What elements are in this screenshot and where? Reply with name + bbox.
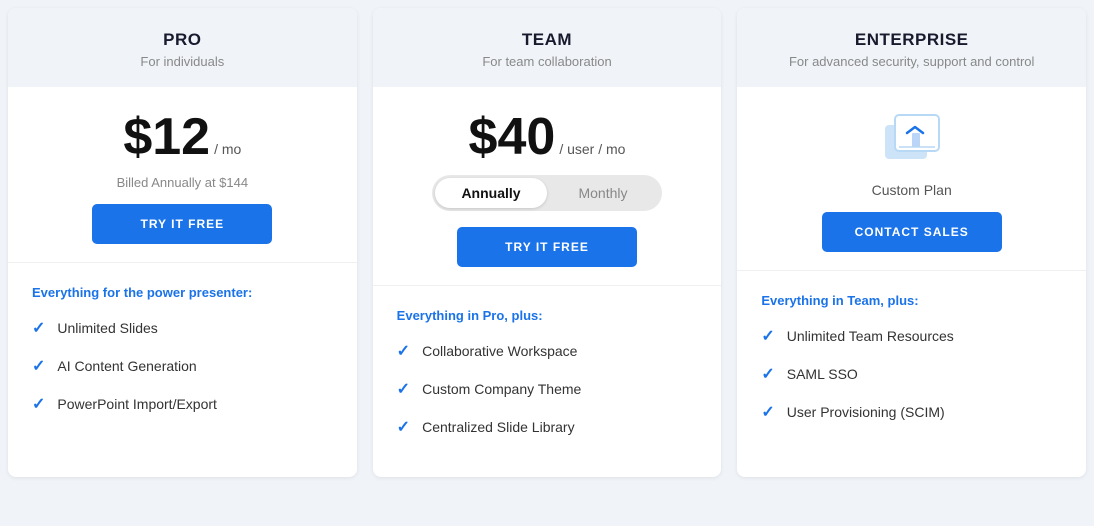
list-item: ✓ Custom Company Theme [397, 379, 698, 399]
check-icon: ✓ [761, 402, 774, 422]
plan-pro-header: PRO For individuals [8, 8, 357, 87]
plan-enterprise-features: Everything in Team, plus: ✓ Unlimited Te… [737, 271, 1086, 477]
plan-pro-name: PRO [28, 30, 337, 50]
feature-label: Centralized Slide Library [422, 419, 575, 435]
plan-team-pricing: $40 / user / mo Annually Monthly TRY IT … [373, 87, 722, 286]
plan-enterprise: ENTERPRISE For advanced security, suppor… [737, 8, 1086, 477]
plan-enterprise-header: ENTERPRISE For advanced security, suppor… [737, 8, 1086, 87]
feature-label: Unlimited Slides [57, 320, 157, 336]
check-icon: ✓ [397, 379, 410, 399]
billing-toggle[interactable]: Annually Monthly [432, 175, 662, 211]
plan-enterprise-name: ENTERPRISE [757, 30, 1066, 50]
feature-label: Custom Company Theme [422, 381, 581, 397]
enterprise-icon [877, 107, 947, 182]
plan-enterprise-cta-button[interactable]: CONTACT SALES [822, 212, 1002, 252]
feature-label: PowerPoint Import/Export [57, 396, 217, 412]
plan-team-subtitle: For team collaboration [393, 54, 702, 69]
plan-pro-unit: / mo [214, 141, 241, 157]
plan-pro-price: $12 [123, 107, 210, 167]
plan-team-name: TEAM [393, 30, 702, 50]
toggle-annually[interactable]: Annually [435, 178, 547, 208]
feature-label: User Provisioning (SCIM) [787, 404, 945, 420]
plan-team-unit: / user / mo [559, 141, 625, 157]
toggle-monthly[interactable]: Monthly [547, 178, 659, 208]
plan-team-header: TEAM For team collaboration [373, 8, 722, 87]
plan-pro-features-title: Everything for the power presenter: [32, 285, 333, 300]
check-icon: ✓ [761, 326, 774, 346]
plan-pro-subtitle: For individuals [28, 54, 337, 69]
plan-team: TEAM For team collaboration $40 / user /… [373, 8, 722, 477]
list-item: ✓ Unlimited Slides [32, 318, 333, 338]
check-icon: ✓ [32, 318, 45, 338]
check-icon: ✓ [761, 364, 774, 384]
feature-label: Collaborative Workspace [422, 343, 577, 359]
list-item: ✓ Unlimited Team Resources [761, 326, 1062, 346]
feature-label: Unlimited Team Resources [787, 328, 954, 344]
check-icon: ✓ [32, 394, 45, 414]
plan-team-price: $40 [469, 107, 556, 167]
list-item: ✓ User Provisioning (SCIM) [761, 402, 1062, 422]
list-item: ✓ AI Content Generation [32, 356, 333, 376]
plan-team-features-title: Everything in Pro, plus: [397, 308, 698, 323]
list-item: ✓ Collaborative Workspace [397, 341, 698, 361]
list-item: ✓ SAML SSO [761, 364, 1062, 384]
plan-pro-price-row: $12 / mo [123, 107, 241, 167]
plan-pro-cta-button[interactable]: TRY IT FREE [92, 204, 272, 244]
plan-pro-billed: Billed Annually at $144 [117, 175, 249, 190]
pricing-container: PRO For individuals $12 / mo Billed Annu… [0, 0, 1094, 485]
list-item: ✓ PowerPoint Import/Export [32, 394, 333, 414]
plan-team-features: Everything in Pro, plus: ✓ Collaborative… [373, 286, 722, 477]
list-item: ✓ Centralized Slide Library [397, 417, 698, 437]
feature-label: AI Content Generation [57, 358, 196, 374]
plan-enterprise-subtitle: For advanced security, support and contr… [757, 54, 1066, 69]
custom-plan-label: Custom Plan [872, 182, 952, 198]
check-icon: ✓ [397, 341, 410, 361]
plan-enterprise-features-title: Everything in Team, plus: [761, 293, 1062, 308]
plan-team-cta-button[interactable]: TRY IT FREE [457, 227, 637, 267]
plan-pro-features: Everything for the power presenter: ✓ Un… [8, 263, 357, 477]
check-icon: ✓ [32, 356, 45, 376]
feature-label: SAML SSO [787, 366, 858, 382]
plan-enterprise-pricing: Custom Plan CONTACT SALES [737, 87, 1086, 271]
plan-team-price-row: $40 / user / mo [469, 107, 626, 167]
check-icon: ✓ [397, 417, 410, 437]
plan-pro-pricing: $12 / mo Billed Annually at $144 TRY IT … [8, 87, 357, 263]
plan-pro: PRO For individuals $12 / mo Billed Annu… [8, 8, 357, 477]
